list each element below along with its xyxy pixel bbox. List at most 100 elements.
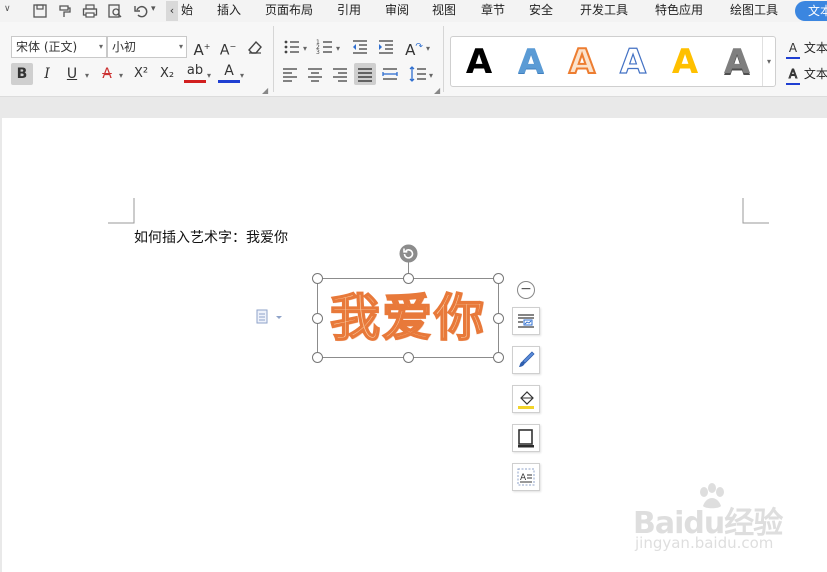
decrease-indent-button[interactable] xyxy=(349,36,371,58)
wordart-text[interactable]: 我爱你 xyxy=(317,281,499,355)
grow-font-button[interactable]: A+ xyxy=(191,36,213,59)
save-icon[interactable] xyxy=(31,2,49,20)
tab-text-tools[interactable]: 文本 xyxy=(795,1,827,21)
distribute-icon xyxy=(382,68,398,80)
margin-corner-top-left xyxy=(108,198,135,224)
wordart-style-blue-outline[interactable]: A xyxy=(609,39,657,85)
text-fill-button[interactable]: A 文本 xyxy=(786,39,827,59)
eraser-icon xyxy=(248,40,262,54)
align-right-button[interactable] xyxy=(329,63,351,85)
numbered-list-icon: 123 xyxy=(316,39,332,56)
font-dialog-launcher-icon[interactable]: ◢ xyxy=(262,86,268,95)
tab-security[interactable]: 安全 xyxy=(529,0,553,22)
tab-references[interactable]: 引用 xyxy=(337,0,361,22)
font-name-value: 宋体 (正文) xyxy=(16,40,78,54)
print-preview-icon[interactable] xyxy=(106,2,124,20)
tab-page-layout[interactable]: 页面布局 xyxy=(265,0,313,22)
svg-text:3: 3 xyxy=(316,49,320,56)
distributed-align-button[interactable] xyxy=(379,63,401,85)
chevron-down-icon: ▾ xyxy=(98,42,103,51)
align-left-icon xyxy=(283,68,297,82)
undo-icon[interactable] xyxy=(132,2,150,20)
tab-special-apps[interactable]: 特色应用 xyxy=(655,0,703,22)
font-color-dropdown-icon[interactable]: ▾ xyxy=(240,71,244,80)
numbering-dropdown-icon[interactable]: ▾ xyxy=(336,44,340,53)
align-center-button[interactable] xyxy=(304,63,326,85)
increase-indent-button[interactable] xyxy=(375,36,397,58)
resize-handle-bottom[interactable] xyxy=(403,352,414,363)
text-outline-label: 文本 xyxy=(803,67,827,81)
resize-handle-top[interactable] xyxy=(403,273,414,284)
clear-format-button[interactable] xyxy=(244,36,266,58)
font-size-select[interactable]: 小初 ▾ xyxy=(107,36,187,58)
wordart-style-blue[interactable]: A xyxy=(507,39,555,85)
text-outline-button[interactable]: A 文本 xyxy=(786,65,827,85)
tab-chapter[interactable]: 章节 xyxy=(481,0,505,22)
highlight-dropdown-icon[interactable]: ▾ xyxy=(207,71,211,80)
shrink-font-button[interactable]: A− xyxy=(217,36,239,59)
tab-drawing-tools[interactable]: 绘图工具 xyxy=(730,0,778,22)
layout-options-button[interactable] xyxy=(512,307,540,335)
tab-insert[interactable]: 插入 xyxy=(217,0,241,22)
subscript-button[interactable]: X₂ xyxy=(156,63,178,85)
menu-bar: ∨ ▾ ‹ 始 插入 页面布局 引用 审阅 视图 章节 安全 开发工具 特色应用… xyxy=(0,0,827,22)
text-box-button[interactable]: A xyxy=(512,463,540,491)
watermark-url: jingyan.baidu.com xyxy=(635,534,774,552)
superscript-button[interactable]: X² xyxy=(130,63,152,85)
print-icon[interactable] xyxy=(81,2,99,20)
document-text-line[interactable]: 如何插入艺术字：我爱你 xyxy=(134,227,288,247)
collapse-toolbar-button[interactable]: − xyxy=(517,281,535,299)
chevron-down-icon: ▾ xyxy=(178,42,183,51)
text-direction-dropdown-icon[interactable]: ▾ xyxy=(426,44,430,53)
tab-review[interactable]: 审阅 xyxy=(385,0,409,22)
ribbon-divider xyxy=(443,26,444,92)
tab-view[interactable]: 视图 xyxy=(432,0,456,22)
resize-handle-left[interactable] xyxy=(312,313,323,324)
shape-style-button[interactable] xyxy=(512,346,540,374)
bold-button[interactable]: B xyxy=(11,63,33,85)
wordart-style-orange-outline[interactable]: A xyxy=(558,39,606,85)
line-spacing-dropdown-icon[interactable]: ▾ xyxy=(429,71,433,80)
line-spacing-button[interactable] xyxy=(407,63,429,85)
justify-icon xyxy=(358,68,372,82)
justify-button[interactable] xyxy=(354,63,376,85)
outline-button[interactable] xyxy=(512,424,540,452)
underline-button[interactable]: U xyxy=(61,63,83,85)
bullets-button[interactable] xyxy=(281,36,303,58)
underline-dropdown-icon[interactable]: ▾ xyxy=(85,71,89,80)
resize-handle-top-left[interactable] xyxy=(312,273,323,284)
fill-color-button[interactable] xyxy=(512,385,540,413)
text-direction-button[interactable]: A↷ xyxy=(403,36,425,59)
resize-handle-right[interactable] xyxy=(493,313,504,324)
wordart-style-yellow[interactable]: A xyxy=(661,39,709,85)
format-painter-icon[interactable] xyxy=(56,2,74,20)
paragraph-dialog-launcher-icon[interactable]: ◢ xyxy=(434,86,440,95)
italic-button[interactable]: I xyxy=(36,63,58,85)
resize-handle-bottom-left[interactable] xyxy=(312,352,323,363)
indent-icon xyxy=(379,40,393,54)
highlight-button[interactable]: ab xyxy=(184,62,206,83)
numbering-button[interactable]: 123 xyxy=(314,36,336,58)
wordart-style-black[interactable]: A xyxy=(455,39,503,85)
tab-developer[interactable]: 开发工具 xyxy=(580,0,628,22)
text-box-icon: A xyxy=(517,468,535,486)
font-name-select[interactable]: 宋体 (正文) ▾ xyxy=(11,36,107,58)
gallery-expand-button[interactable]: ▾ xyxy=(762,37,775,86)
strikethrough-button[interactable]: A xyxy=(96,63,118,85)
resize-handle-bottom-right[interactable] xyxy=(493,352,504,363)
tab-scroll-left-button[interactable]: ‹ xyxy=(166,1,178,21)
align-left-button[interactable] xyxy=(279,63,301,85)
align-right-icon xyxy=(333,68,347,82)
menu-caret-icon[interactable]: ∨ xyxy=(4,4,11,14)
font-color-button[interactable]: A xyxy=(218,62,240,83)
resize-handle-top-right[interactable] xyxy=(493,273,504,284)
wordart-style-gray[interactable]: A xyxy=(713,39,761,85)
tab-start[interactable]: 始 xyxy=(181,0,193,22)
strikethrough-dropdown-icon[interactable]: ▾ xyxy=(119,71,123,80)
ribbon: 宋体 (正文) ▾ 小初 ▾ A+ A− B I U ▾ A ▾ X² X₂ a… xyxy=(0,22,827,97)
bullets-dropdown-icon[interactable]: ▾ xyxy=(303,44,307,53)
rotate-icon[interactable] xyxy=(399,244,418,263)
text-fill-label: 文本 xyxy=(803,41,827,55)
paste-options-icon[interactable] xyxy=(256,308,284,326)
undo-dropdown-icon[interactable]: ▾ xyxy=(151,4,156,14)
